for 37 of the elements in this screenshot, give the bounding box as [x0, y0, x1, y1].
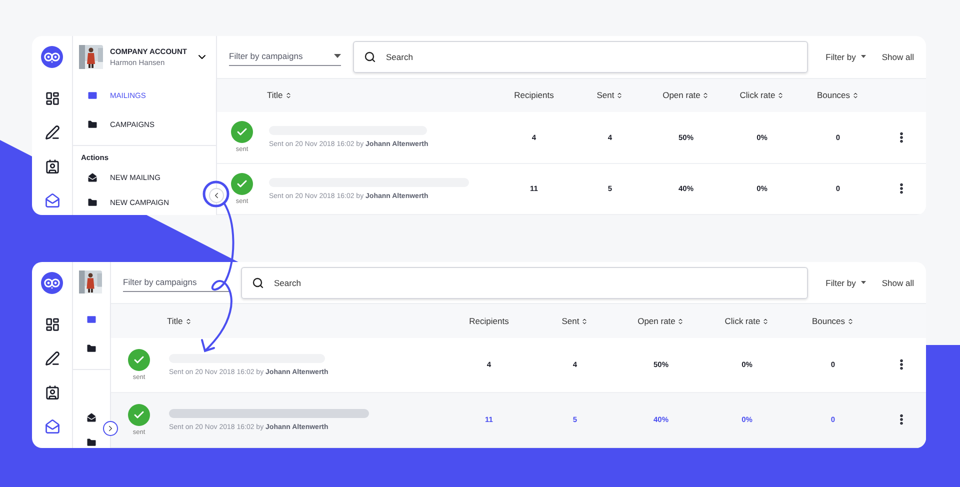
- folder-icon: [87, 118, 98, 130]
- column-header: Recipients: [513, 90, 555, 100]
- column-header[interactable]: Sent: [572, 90, 648, 100]
- search-field[interactable]: Search: [353, 40, 808, 73]
- open-envelope-icon: [87, 172, 98, 182]
- highlight-ring: [202, 180, 230, 208]
- campaign-filter[interactable]: Filter by campaigns: [229, 47, 341, 66]
- check-icon: [128, 404, 150, 426]
- campaign-filter[interactable]: Filter by campaigns: [123, 273, 229, 292]
- check-icon: [231, 121, 253, 144]
- owl-logo[interactable]: [41, 46, 63, 68]
- show-all-link[interactable]: Show all: [882, 52, 914, 62]
- column-header[interactable]: Click rate: [704, 316, 790, 326]
- owl-logo[interactable]: [41, 272, 63, 294]
- column-header[interactable]: Open rate: [648, 90, 724, 100]
- column-header: Recipients: [468, 316, 510, 326]
- chevron-left-icon: [212, 191, 221, 200]
- dropdown-arrow-icon: [860, 281, 866, 284]
- filter-by-dropdown[interactable]: Filter by: [826, 52, 866, 62]
- folder-plus-icon: [87, 196, 98, 208]
- column-header[interactable]: Sent: [532, 316, 618, 326]
- column-header[interactable]: Title: [167, 316, 446, 326]
- column-header[interactable]: Bounces: [800, 90, 876, 100]
- chevron-right-icon: [106, 424, 115, 433]
- column-header[interactable]: Bounces: [790, 316, 876, 326]
- column-header[interactable]: Title: [267, 90, 496, 100]
- show-all-link[interactable]: Show all: [882, 278, 914, 288]
- check-icon: [231, 172, 253, 195]
- column-header[interactable]: Click rate: [724, 90, 800, 100]
- search-field[interactable]: Search: [241, 266, 808, 299]
- collapse-toggle[interactable]: [103, 421, 118, 436]
- search-icon: [252, 276, 264, 289]
- filter-by-dropdown[interactable]: Filter by: [826, 278, 866, 288]
- dropdown-arrow-icon: [860, 55, 866, 58]
- check-icon: [128, 348, 150, 371]
- column-header[interactable]: Open rate: [618, 316, 704, 326]
- search-icon: [364, 50, 376, 63]
